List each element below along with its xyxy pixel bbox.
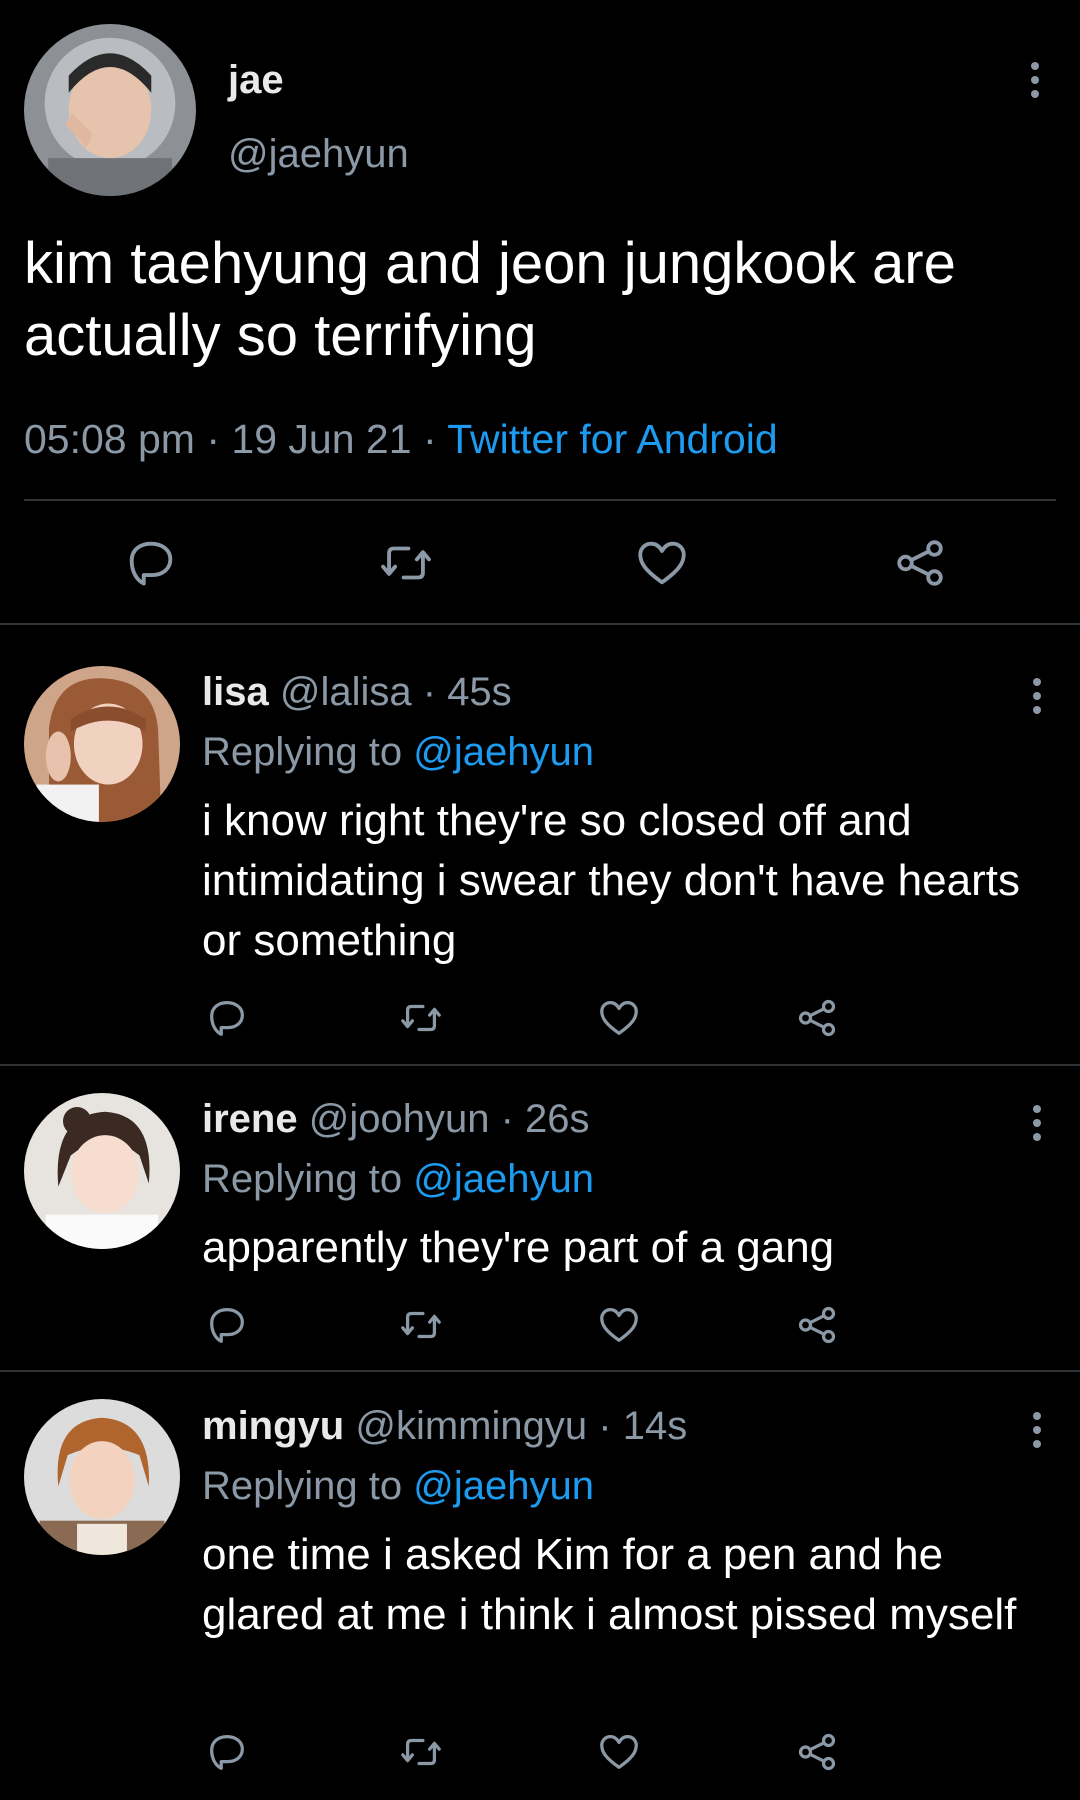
handle[interactable]: @kimmingyu [355, 1404, 587, 1448]
tweet-time: 26s [525, 1097, 590, 1141]
replying-to: Replying to @jaehyun [202, 1462, 594, 1510]
meta-separator: · [422, 670, 437, 714]
divider [0, 623, 1080, 625]
display-name[interactable]: lisa [202, 670, 269, 714]
meta-separator: · [500, 1097, 514, 1141]
more-vertical-icon[interactable] [1020, 62, 1050, 98]
avatar-photo [24, 24, 196, 196]
display-name[interactable]: jae [228, 56, 284, 104]
tweet-time: 05:08 pm [24, 416, 195, 462]
meta-separator: · [422, 416, 437, 462]
retweet-icon[interactable] [398, 1729, 444, 1775]
avatar[interactable] [24, 1093, 180, 1249]
tweet-time: 14s [622, 1404, 688, 1448]
share-icon[interactable] [794, 1729, 840, 1775]
handle[interactable]: @joohyun [309, 1097, 490, 1141]
share-icon[interactable] [794, 1302, 840, 1348]
reply-icon[interactable] [204, 1302, 250, 1348]
like-icon[interactable] [596, 1302, 642, 1348]
reply-icon[interactable] [204, 1729, 250, 1775]
mention-link[interactable]: @jaehyun [413, 1464, 594, 1508]
mention-link[interactable]: @jaehyun [413, 730, 594, 774]
tweet-text: one time i asked Kim for a pen and he gl… [202, 1530, 1017, 1639]
replying-label: Replying to [202, 1464, 403, 1508]
reply-header: mingyu @kimmingyu · 14s [202, 1402, 687, 1450]
more-vertical-icon[interactable] [1022, 1105, 1052, 1141]
tweet-time: 45s [447, 670, 512, 714]
mention-link[interactable]: @jaehyun [413, 1157, 594, 1201]
handle[interactable]: @jaehyun [228, 130, 409, 178]
tweet-text: kim taehyung and jeon jungkook are actua… [24, 231, 956, 368]
handle[interactable]: @lalisa [280, 670, 412, 714]
retweet-icon[interactable] [398, 995, 444, 1041]
meta-separator: · [206, 416, 221, 462]
like-icon[interactable] [596, 1729, 642, 1775]
replying-to: Replying to @jaehyun [202, 728, 594, 776]
tweet-text: apparently they're part of a gang [202, 1223, 835, 1272]
replying-to: Replying to @jaehyun [202, 1155, 594, 1203]
display-name[interactable]: mingyu [202, 1404, 344, 1448]
avatar[interactable] [24, 1399, 180, 1555]
more-vertical-icon[interactable] [1022, 678, 1052, 714]
tweet-source-link[interactable]: Twitter for Android [447, 416, 777, 462]
tweet-date: 19 Jun 21 [231, 416, 412, 462]
retweet-icon[interactable] [398, 1302, 444, 1348]
reply-icon[interactable] [204, 995, 250, 1041]
tweet-meta: 05:08 pm · 19 Jun 21 · Twitter for Andro… [24, 414, 778, 464]
avatar-photo [24, 1399, 180, 1555]
avatar[interactable] [24, 24, 196, 196]
divider [0, 1370, 1080, 1372]
divider [24, 499, 1056, 501]
share-icon[interactable] [891, 534, 949, 592]
tweet-thread-screen: jae @jaehyun kim taehyung and jeon jungk… [0, 0, 1080, 1800]
avatar[interactable] [24, 666, 180, 822]
reply-icon[interactable] [122, 534, 180, 592]
main-tweet: jae @jaehyun kim taehyung and jeon jungk… [0, 0, 1080, 624]
retweet-icon[interactable] [377, 534, 435, 592]
avatar-photo [24, 1093, 180, 1249]
like-icon[interactable] [596, 995, 642, 1041]
avatar-photo [24, 666, 180, 822]
replying-label: Replying to [202, 730, 403, 774]
divider [0, 1064, 1080, 1066]
like-icon[interactable] [633, 534, 691, 592]
reply-header: lisa @lalisa · 45s [202, 668, 512, 716]
tweet-text: i know right they're so closed off and i… [202, 796, 1020, 965]
reply-header: irene @joohyun · 26s [202, 1095, 590, 1143]
share-icon[interactable] [794, 995, 840, 1041]
replying-label: Replying to [202, 1157, 403, 1201]
more-vertical-icon[interactable] [1022, 1412, 1052, 1448]
meta-separator: · [598, 1404, 612, 1448]
display-name[interactable]: irene [202, 1097, 298, 1141]
